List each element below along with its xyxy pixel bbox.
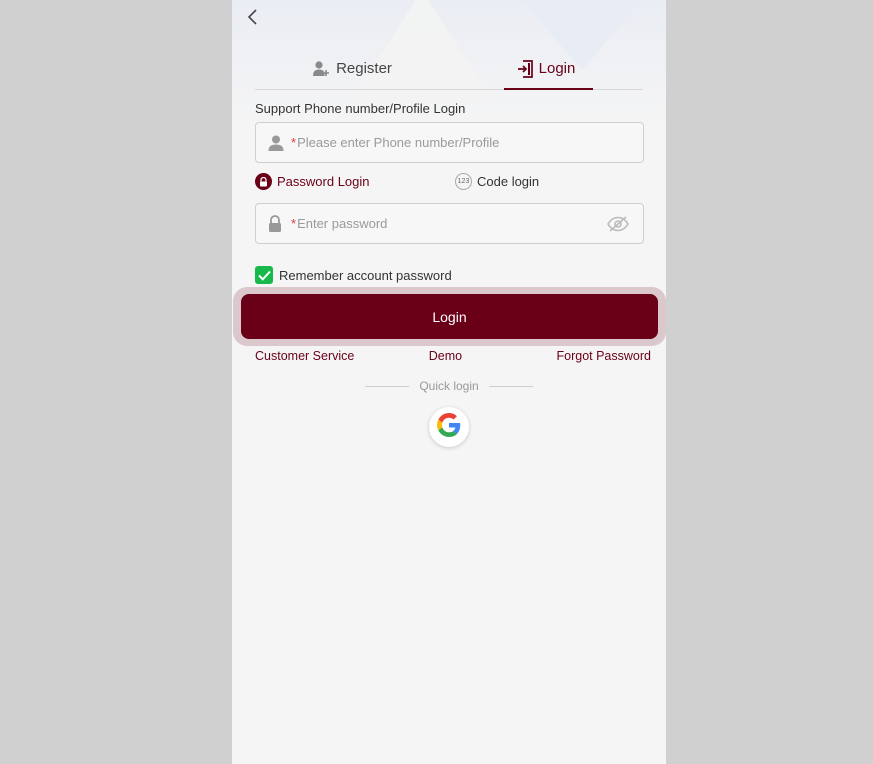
code-login-option[interactable]: 123 Code login (455, 173, 539, 190)
account-input[interactable] (297, 135, 643, 150)
quick-login-divider: Quick login (365, 379, 533, 393)
lock-icon (267, 214, 289, 233)
google-icon (437, 412, 461, 442)
add-user-icon (312, 60, 330, 78)
divider-line (365, 385, 410, 387)
login-button-focus-ring: Login (233, 287, 666, 346)
code-icon: 123 (455, 173, 472, 190)
account-field[interactable]: * (255, 122, 644, 163)
helper-links: Customer Service Demo Forgot Password (255, 349, 651, 363)
customer-service-link[interactable]: Customer Service (255, 349, 354, 363)
remember-password: Remember account password (255, 266, 452, 284)
login-button[interactable]: Login (241, 294, 658, 339)
tab-login-label: Login (538, 60, 576, 77)
lock-icon (255, 173, 272, 190)
required-mark: * (291, 135, 297, 150)
demo-link[interactable]: Demo (429, 349, 462, 363)
login-door-icon (517, 59, 533, 78)
tab-register-label: Register (336, 60, 392, 77)
login-screen: Register Login Support Phone number/Prof… (232, 0, 666, 764)
remember-checkbox[interactable] (255, 266, 273, 284)
user-icon (267, 134, 289, 152)
tab-login[interactable]: Login (449, 48, 643, 90)
tab-register[interactable]: Register (255, 48, 449, 89)
eye-off-icon[interactable] (607, 215, 631, 232)
back-chevron-icon[interactable] (244, 8, 262, 26)
support-label: Support Phone number/Profile Login (255, 101, 466, 116)
password-login-label: Password Login (277, 174, 370, 189)
divider-line (488, 385, 533, 387)
password-login-option[interactable]: Password Login (255, 173, 370, 190)
password-input[interactable] (297, 216, 607, 231)
required-mark: * (291, 216, 297, 231)
code-login-label: Code login (477, 174, 540, 189)
remember-label: Remember account password (279, 267, 452, 283)
auth-tabs: Register Login (255, 48, 643, 90)
quick-login-label: Quick login (419, 379, 479, 393)
password-field[interactable]: * (255, 203, 644, 244)
forgot-password-link[interactable]: Forgot Password (557, 349, 651, 363)
google-login-button[interactable] (429, 407, 469, 447)
